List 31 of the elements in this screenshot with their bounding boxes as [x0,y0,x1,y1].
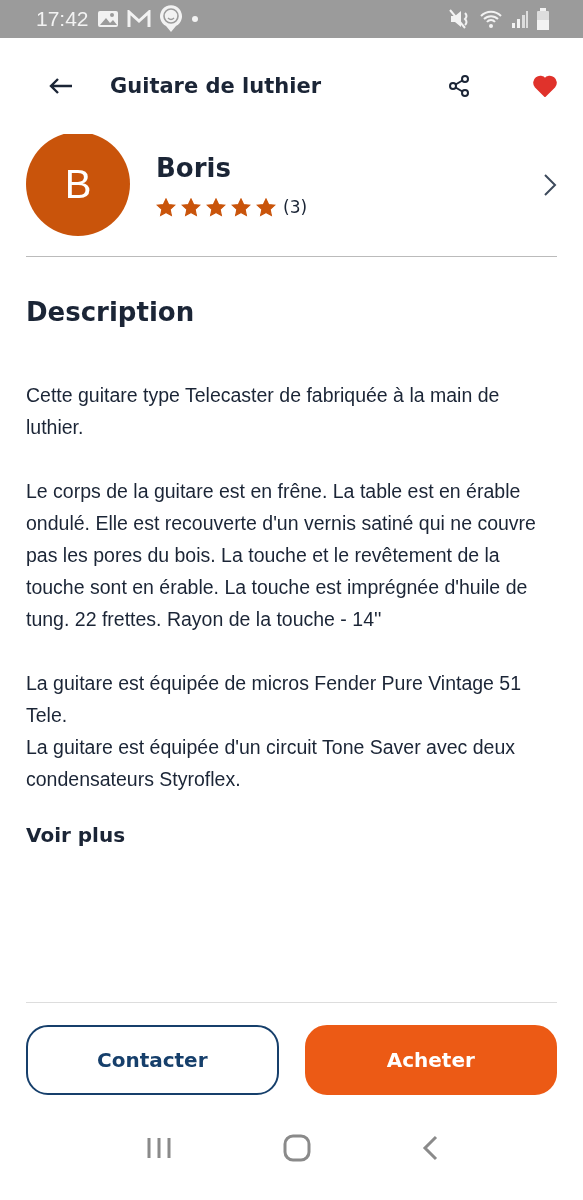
battery-icon [537,8,549,30]
rating-count: (3) [283,197,308,217]
star-icon [181,197,201,217]
description-text: Cette guitare type Telecaster de fabriquée à la main de luthier. [26,383,501,440]
face-pin-icon [158,5,183,33]
description-text: La guitare est équipée d'un circuit Tone Saver avec deux condensateurs Styroflex. [26,735,516,792]
description-text: La guitare est équipée de micros Fender Pure Vintage 51 Tele. [26,671,523,728]
home-icon[interactable] [282,1133,311,1162]
wifi-icon [479,9,503,29]
contact-button[interactable]: Contacter [26,1025,279,1095]
seller-avatar: B [26,134,130,236]
page-title: Guitare de luthier [110,74,323,98]
dot-icon [190,15,199,23]
status-time: 17:42 [36,7,89,31]
section-heading: Description [26,297,196,327]
signal-icon [511,9,529,29]
star-icon [231,197,251,217]
star-icon [156,197,176,217]
see-more-link[interactable]: Voir plus [26,823,126,847]
chevron-right-icon[interactable] [543,173,557,197]
description-text: Le corps de la guitare est en frêne. La table est en érable ondulé. Elle est recouverte d'un vernis satiné qui ne couvre pas les pores du bois. La touche et le revêtement de la touche sont en érable. La touche est imprégnée d'huile de tung. 22 frettes. Rayon de la touche - 14'' [26,479,537,632]
seller-name: Boris [156,153,232,183]
back-icon[interactable] [421,1134,438,1161]
mail-icon [126,10,151,28]
star-icon [206,197,226,217]
image-icon [96,9,119,29]
recent-apps-icon[interactable] [145,1135,172,1160]
star-icon [256,197,276,217]
back-arrow-icon[interactable] [48,77,74,95]
share-icon[interactable] [447,74,471,98]
heart-icon[interactable] [533,75,557,97]
